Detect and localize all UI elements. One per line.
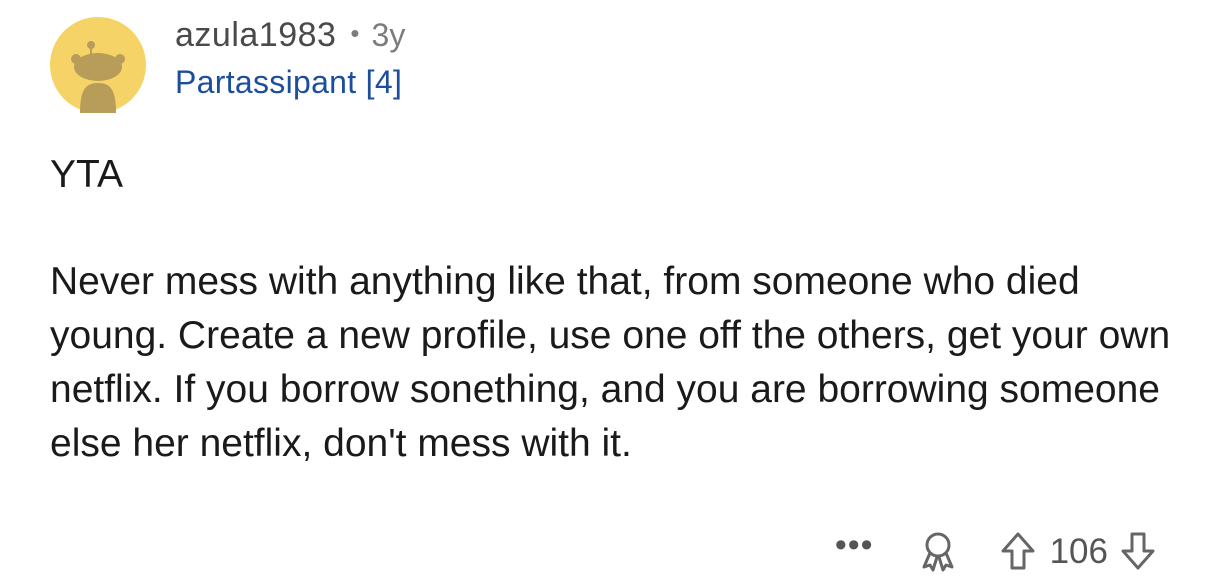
comment-actions: ••• 106: [835, 523, 1156, 579]
award-icon[interactable]: [916, 529, 960, 573]
comment: azula1983 • 3y Partassipant [4] YTA Neve…: [0, 0, 1206, 587]
comment-age: 3y: [371, 17, 406, 53]
meta-separator: •: [350, 18, 360, 48]
upvote-arrow-icon[interactable]: [1000, 531, 1036, 571]
downvote-arrow-icon[interactable]: [1120, 531, 1156, 571]
more-options-button[interactable]: •••: [835, 528, 874, 562]
comment-text: Never mess with anything like that, from…: [50, 260, 1171, 465]
user-flair: Partassipant [4]: [175, 64, 403, 100]
username[interactable]: azula1983: [175, 18, 336, 52]
comment-verdict: YTA: [50, 153, 123, 196]
comment-meta: azula1983 • 3y Partassipant [4]: [175, 18, 405, 98]
comment-body: YTA Never mess with anything like that, …: [50, 148, 1180, 471]
vote-score: 106: [1049, 531, 1108, 571]
avatar[interactable]: [50, 17, 146, 113]
